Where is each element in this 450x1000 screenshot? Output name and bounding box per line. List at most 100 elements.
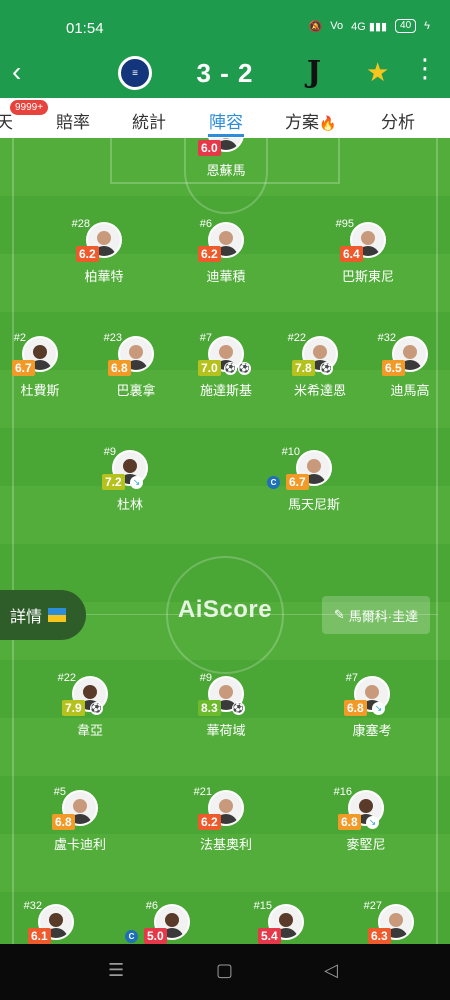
- player-card[interactable]: #16 6.8 ↘ 麥堅尼: [316, 786, 416, 870]
- player-rating: 5.0: [144, 928, 167, 944]
- whistle-icon: ✎: [333, 607, 345, 622]
- tab-stats[interactable]: 統計: [132, 108, 166, 133]
- home-square-icon[interactable]: ▢: [216, 960, 233, 981]
- pitch: AiScore 6.0 恩蘇馬 #28 6.2 柏華特 #6 6.2 迪華積 #…: [0, 138, 450, 944]
- player-rating: 6.0: [198, 140, 221, 156]
- player-card[interactable]: #32 6.1: [6, 900, 106, 944]
- player-rating: 7.0: [198, 360, 221, 376]
- player-number: #2: [13, 332, 26, 344]
- status-icons: 🔕 Vo 4G ▮▮▮ 40 ϟ: [309, 19, 430, 33]
- captain-badge: C: [267, 476, 280, 489]
- player-card[interactable]: #6 C 5.0: [122, 900, 222, 944]
- player-card[interactable]: #9 7.2 ↘ 杜林: [80, 446, 180, 530]
- player-number: #16: [333, 786, 352, 798]
- player-name: 麥堅尼: [346, 837, 386, 852]
- fire-icon: 🔥: [319, 115, 337, 131]
- player-card[interactable]: 6.0 恩蘇馬: [176, 138, 276, 196]
- battery-icon: 40: [395, 19, 417, 33]
- coach-name: 馬爾科·圭達: [348, 608, 419, 624]
- player-card[interactable]: #15 5.4: [236, 900, 336, 944]
- player-number: #10: [281, 446, 300, 458]
- match-header: 01:54 🔕 Vo 4G ▮▮▮ 40 ϟ ‹ ≡ 3 - 2 J ★ ⋮: [0, 0, 450, 98]
- favorite-star-icon[interactable]: ★: [366, 57, 389, 88]
- player-number: #6: [145, 900, 158, 912]
- player-number: #27: [363, 900, 382, 912]
- player-card[interactable]: #22 7.8 ⚽ 米希達恩: [270, 332, 370, 416]
- player-number: #28: [71, 218, 90, 230]
- player-card[interactable]: #32 6.5 迪馬高: [360, 332, 450, 416]
- tab-plans[interactable]: 方案🔥: [285, 108, 336, 133]
- coach-badge[interactable]: ✎ 馬爾科·圭達: [322, 596, 430, 634]
- player-name: 恩蘇馬: [206, 163, 246, 178]
- player-rating: 6.8: [344, 700, 367, 716]
- substitution-icon: ↘: [372, 702, 385, 715]
- player-name: 康塞考: [352, 723, 392, 738]
- player-rating: 5.4: [258, 928, 281, 944]
- more-options-icon[interactable]: ⋮: [412, 55, 438, 81]
- player-number: #23: [103, 332, 122, 344]
- player-name: 施達斯基: [199, 383, 252, 398]
- player-rating: 7.8: [292, 360, 315, 376]
- player-name: 韋亞: [76, 723, 103, 738]
- away-team-logo[interactable]: J: [300, 56, 328, 90]
- player-name: 迪華積: [206, 269, 246, 284]
- team-flag-icon: [48, 608, 67, 622]
- player-name: 法基奧利: [199, 837, 252, 852]
- captain-badge: C: [125, 930, 138, 943]
- player-card[interactable]: #2 6.7 杜費斯: [0, 332, 90, 416]
- system-nav-bar: ☰ ▢ ◁: [0, 944, 450, 1000]
- player-name: 華荷域: [206, 723, 246, 738]
- player-number: #5: [53, 786, 66, 798]
- player-number: #7: [199, 332, 212, 344]
- details-label: 詳情: [10, 609, 43, 626]
- player-card[interactable]: #21 6.2 法基奧利: [176, 786, 276, 870]
- tab-analysis[interactable]: 分析: [381, 108, 415, 133]
- player-card[interactable]: #7 7.0 ⚽ ⚽ 施達斯基: [176, 332, 276, 416]
- player-name: 迪馬高: [390, 383, 430, 398]
- player-name: 米希達恩: [293, 383, 346, 398]
- player-rating: 6.8: [338, 814, 361, 830]
- player-number: #21: [193, 786, 212, 798]
- 4g-signal-icon: 4G ▮▮▮: [351, 20, 388, 33]
- player-name: 杜費斯: [20, 383, 60, 398]
- player-name: 柏華特: [84, 269, 124, 284]
- menu-icon[interactable]: ☰: [108, 960, 124, 981]
- details-button[interactable]: 詳情: [0, 590, 86, 640]
- back-triangle-icon[interactable]: ◁: [324, 960, 338, 981]
- player-card[interactable]: #28 6.2 柏華特: [54, 218, 154, 302]
- tab-odds[interactable]: 賠率: [56, 108, 90, 133]
- player-rating: 6.1: [28, 928, 51, 944]
- player-card[interactable]: #27 6.3: [346, 900, 446, 944]
- tab-plans-label: 方案: [285, 113, 319, 132]
- player-rating: 6.5: [382, 360, 405, 376]
- player-number: #6: [199, 218, 212, 230]
- goal-ball-icon: ⚽: [238, 362, 251, 375]
- goal-ball-icon: ⚽: [320, 362, 333, 375]
- player-card[interactable]: #7 6.8 ↘ 康塞考: [322, 672, 422, 756]
- player-card[interactable]: #10 C 6.7 馬天尼斯: [264, 446, 364, 530]
- tab-lineup[interactable]: 陣容: [209, 108, 243, 133]
- player-card[interactable]: #6 6.2 迪華積: [176, 218, 276, 302]
- player-card[interactable]: #9 8.3 ⚽ 華荷域: [176, 672, 276, 756]
- player-number: #22: [287, 332, 306, 344]
- active-tab-indicator: [208, 134, 244, 137]
- player-card[interactable]: #5 6.8 盧卡迪利: [30, 786, 130, 870]
- volte-icon: Vo: [330, 20, 344, 32]
- player-name: 巴裏拿: [116, 383, 156, 398]
- charging-icon: ϟ: [424, 20, 430, 32]
- player-rating: 6.8: [52, 814, 75, 830]
- player-number: #22: [57, 672, 76, 684]
- substitution-icon: ↘: [366, 816, 379, 829]
- player-rating: 6.2: [198, 814, 221, 830]
- player-rating: 6.7: [286, 474, 309, 490]
- player-number: #15: [253, 900, 272, 912]
- player-name: 盧卡迪利: [53, 837, 106, 852]
- player-rating: 8.3: [198, 700, 221, 716]
- player-card[interactable]: #95 6.4 巴斯東尼: [318, 218, 418, 302]
- player-card[interactable]: #23 6.8 巴裏拿: [86, 332, 186, 416]
- player-rating: 7.9: [62, 700, 85, 716]
- player-rating: 6.7: [12, 360, 35, 376]
- match-tabs: 天 9999+ 賠率 統計 陣容 方案🔥 分析: [0, 98, 450, 138]
- goal-ball-icon: ⚽: [232, 702, 245, 715]
- player-card[interactable]: #22 7.9 ⚽ 韋亞: [40, 672, 140, 756]
